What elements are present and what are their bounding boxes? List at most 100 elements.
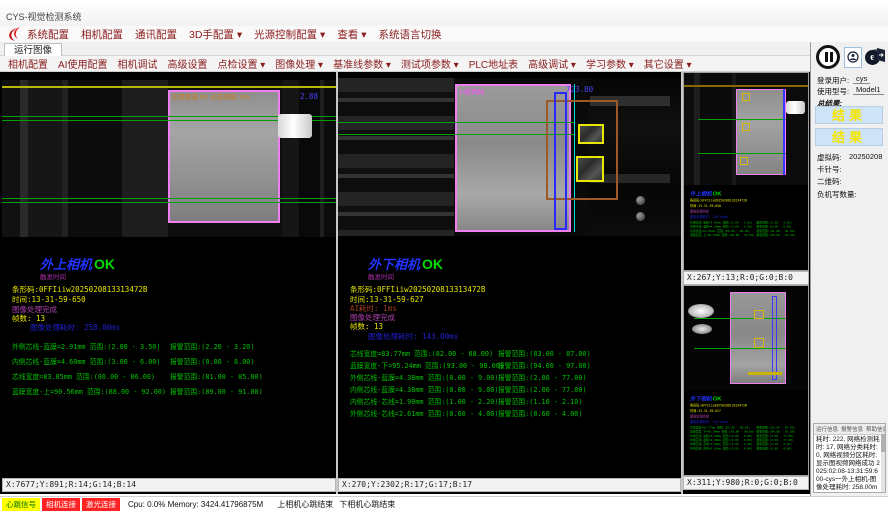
alarm-row: 报警范围:(1.10 - 2.10) <box>498 396 582 406</box>
baseline-yellow <box>2 86 336 88</box>
alarm-row: 报警范围:(94.00 - 97.00) <box>498 360 591 370</box>
login-user-value: cys <box>853 74 870 84</box>
pause-button[interactable] <box>816 45 840 69</box>
measure-row: 外侧芯线-蓝膜=4.38mm 范围:(0.00 - 9.00) <box>350 372 499 382</box>
measure-line-green <box>338 122 574 123</box>
measure-line-green <box>338 134 574 135</box>
tool-advanced-settings[interactable]: 高级设置 <box>167 56 207 71</box>
measure-row: 内侧芯线-芯线=1.90mm 范围:(1.00 - 2.20) <box>350 396 499 406</box>
camera-view-lower[interactable]: AI胶两枚 723.80 外下相机OK 触发时间 条形码:0FFIiiw2025… <box>338 72 681 478</box>
thumb-machinery-lower <box>684 286 809 391</box>
write-count-label: 负机写数量: <box>817 189 857 200</box>
machinery-slabs <box>338 78 454 236</box>
log-tab-run[interactable]: 运行信息 <box>816 425 838 433</box>
pause-icon <box>830 52 833 62</box>
alarm-row: 报警范围:(2.00 - 77.00) <box>498 372 587 382</box>
connector-part <box>786 101 805 114</box>
menu-item-light-config[interactable]: 光源控制配置 ▾ <box>254 27 325 42</box>
tool-spot-check[interactable]: 点检设置 ▾ <box>217 56 265 71</box>
measure-row: 外侧芯线-蓝膜=2.91mm 范围:(2.00 - 3.50) <box>12 341 161 351</box>
ai-region-label: AI胶两枚 <box>459 86 485 96</box>
ok-status: OK <box>713 190 722 197</box>
detect-box-yellow <box>740 157 748 165</box>
log-box[interactable]: 运行信息 报警信息 帮助信息 耗时: 222, 网络检测耗时: 17, 网络分类… <box>813 423 886 493</box>
tool-learn-params[interactable]: 学习参数 ▾ <box>586 56 634 71</box>
ok-status: OK <box>713 395 722 402</box>
tool-camera-debug[interactable]: 相机调试 <box>117 56 157 71</box>
connector-part <box>278 114 312 138</box>
log-scrollbar[interactable] <box>881 432 885 492</box>
alarm-row: 报警范围:(83.00 - 87.00) <box>498 348 591 358</box>
camera-connect-badge: 相机连接 <box>42 498 80 511</box>
tool-camera-config[interactable]: 相机配置 <box>8 56 48 71</box>
menu-item-3d-config[interactable]: 3D手配置 ▾ <box>189 27 242 42</box>
detect-box-yellow <box>578 124 604 144</box>
window-title: CYS-视觉检测系统 <box>6 12 82 22</box>
alarm-row: 报警范围:(2.20 - 3.20) <box>170 341 254 351</box>
roi-box-blue <box>772 296 777 380</box>
barcode-text: 条形码:0FFIiiw2025020813313472B <box>690 198 809 203</box>
thumb-text-lower: 外下相机OK 条形码:0FFIiiw2025020813313472B 时间:1… <box>690 394 809 450</box>
upper-camera-heartbeat-text: 上相机心跳结束 <box>277 499 333 510</box>
pixel-coords-upper: X:7677;Y:891;R:14;G:14;B:14 <box>2 478 336 492</box>
user-login-button[interactable] <box>844 47 862 68</box>
menu-item-comm-config[interactable]: 通讯配置 <box>135 27 177 42</box>
result-badge-lower: 结果 <box>815 128 883 146</box>
measure-row: 芯线宽度=83.05mm 范围:(80.00 - 86.00) <box>12 371 155 381</box>
elapsed-text: 图像处理耗时: 258.00ms <box>690 215 809 220</box>
measure-line-green <box>2 198 336 199</box>
tool-image-processing[interactable]: 图像处理 ▾ <box>275 56 323 71</box>
thumbnail-view-upper[interactable]: 外上相机OK 条形码:0FFIiiw2025020813313472B 时间:1… <box>683 72 809 271</box>
log-tabs: 运行信息 报警信息 帮助信息 <box>814 424 885 435</box>
tool-plc-table[interactable]: PLC地址表 <box>469 56 518 71</box>
detect-box-yellow <box>754 338 764 348</box>
reflection-blob <box>688 304 714 318</box>
pixel-coords-lower: X:270;Y:2302;R:17;G:17;B:17 <box>338 478 681 492</box>
camera-view-upper[interactable]: 灰度阈值:93, 动态阈值:100 2.88 外上相机OK 触发时间 条形码:0… <box>2 72 336 478</box>
menu-item-view[interactable]: 查看 ▾ <box>337 27 366 42</box>
user-icon <box>847 51 859 65</box>
menu-item-camera-config[interactable]: 相机配置 <box>81 27 123 42</box>
exit-button[interactable] <box>873 47 887 68</box>
tool-ai-config[interactable]: AI使用配置 <box>58 56 107 71</box>
menu-item-system-config[interactable]: 系统配置 <box>27 27 69 42</box>
trigger-label: 触发时间 <box>368 271 394 281</box>
log-text: 耗时: 222, 网络检测耗时: 17, 网络分类耗时: 0, 网络视频分区耗时… <box>814 435 885 493</box>
elapsed-text: 图像处理耗时: 143.00ms <box>368 331 458 342</box>
log-scrollbar-thumb[interactable] <box>881 434 885 452</box>
pause-icon <box>825 52 828 62</box>
camera-name: 外上相机 <box>40 257 92 272</box>
thumbnail-view-lower[interactable]: 外下相机OK 条形码:0FFIiiw2025020813313472B 时间:1… <box>683 285 809 476</box>
elapsed-text: 图像处理耗时: 143.00ms <box>690 420 809 425</box>
alarm-row: 报警范围:(0.00 - 8.00) <box>170 356 254 366</box>
log-tab-alarm[interactable]: 报警信息 <box>841 425 863 433</box>
measure-line-green <box>698 153 786 154</box>
ok-status: OK <box>94 256 115 272</box>
thumb-text-upper: 外上相机OK 条形码:0FFIiiw2025020813313472B 时间:1… <box>690 189 809 237</box>
app-logo-icon <box>4 27 21 42</box>
tab-run-image[interactable]: 运行图像 <box>4 43 62 57</box>
blue-measure-label: 723.80 <box>566 85 593 94</box>
tool-advanced-debug[interactable]: 高级调试 ▾ <box>528 56 576 71</box>
detect-box-yellow <box>754 310 764 319</box>
cpu-memory-text: Cpu: 0.0% Memory: 3424.41796875M <box>128 500 263 509</box>
app-window: CYS-视觉检测系统 系统配置 相机配置 通讯配置 3D手配置 ▾ 光源控制配置… <box>0 0 888 522</box>
blue-measure-label: 2.88 <box>300 92 318 101</box>
reflection-blob <box>692 324 712 334</box>
tool-baseline-params[interactable]: 基准线参数 ▾ <box>333 56 391 71</box>
tool-other-settings[interactable]: 其它设置 ▾ <box>644 56 692 71</box>
menu-item-language[interactable]: 系统语言切换 <box>379 27 442 42</box>
ok-status: OK <box>422 256 443 272</box>
tool-test-params[interactable]: 测试项参数 ▾ <box>401 56 459 71</box>
pixel-coords-thumb-lower: X:311;Y:980;R:0;G:0;B:0 <box>683 476 809 490</box>
pixel-coords-thumb-upper: X:267;Y:13;R:0;G:0;B:0 <box>683 271 809 285</box>
barcode-text: 条形码:0FFIiiw2025020813313472B <box>690 403 809 408</box>
virtual-code-value: 20250208 <box>849 152 882 161</box>
lower-camera-heartbeat-text: 下相机心跳结束 <box>339 499 395 510</box>
thumb-machinery-upper <box>684 73 809 185</box>
toolbar: 相机配置 AI使用配置 相机调试 高级设置 点检设置 ▾ 图像处理 ▾ 基准线参… <box>0 56 810 72</box>
measure-row: 内侧芯线-蓝膜=4.60mm 范围:(3.00 - 6.00) <box>12 356 161 366</box>
detect-box-yellow <box>742 93 750 101</box>
titlebar: CYS-视觉检测系统 <box>0 0 888 26</box>
measure-line-green <box>2 202 336 203</box>
